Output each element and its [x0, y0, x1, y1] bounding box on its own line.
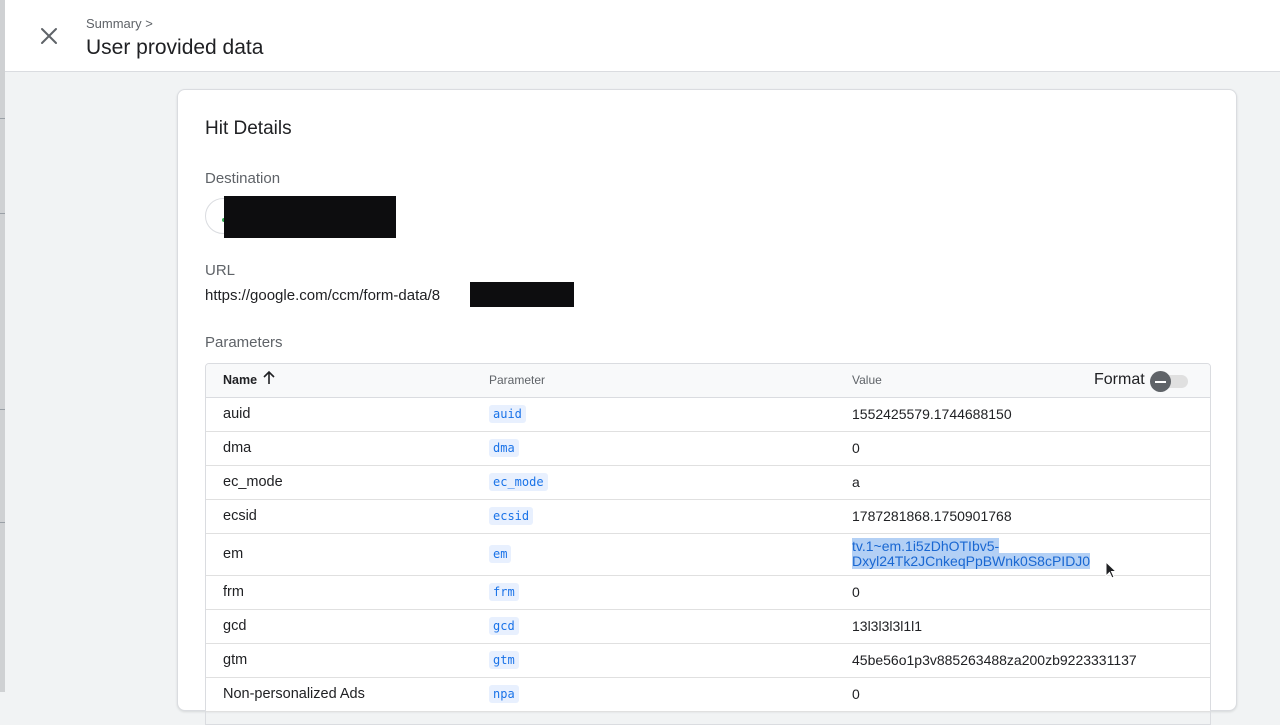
row-value: 13l3l3l3l1l1: [852, 618, 923, 634]
row-name: gtm: [223, 652, 248, 668]
row-name: ecsid: [223, 508, 257, 524]
column-header-value: Value: [852, 373, 882, 387]
row-value: 0: [852, 686, 860, 702]
edge-divider: [0, 522, 5, 523]
selected-text-line: tv.1~em.1i5zDhOTIbv5-: [852, 538, 1000, 554]
table-row: dma dma 0: [206, 432, 1210, 466]
table-row: gtm gtm 45be56o1p3v885263488za200zb92233…: [206, 644, 1210, 678]
redacted-destination: [224, 196, 396, 238]
close-icon: [41, 28, 57, 44]
table-row: ec_mode ec_mode a: [206, 466, 1210, 500]
arrow-up-icon[interactable]: [262, 370, 276, 386]
table-row: gcd gcd 13l3l3l3l1l1: [206, 610, 1210, 644]
row-value: 0: [852, 440, 860, 456]
format-label: Format: [1094, 371, 1145, 388]
parameters-label: Parameters: [205, 334, 283, 351]
breadcrumb[interactable]: Summary >: [86, 16, 153, 31]
background-page-edge: [0, 0, 5, 692]
toggle-off-icon: [1150, 371, 1171, 392]
row-param-chip: auid: [489, 405, 526, 423]
close-button[interactable]: [35, 22, 63, 50]
row-name: em: [223, 546, 244, 562]
row-param-chip: em: [489, 545, 512, 563]
row-name: ec_mode: [223, 474, 283, 490]
table-row: auid auid 1552425579.1744688150: [206, 398, 1210, 432]
row-value: 0: [852, 584, 860, 600]
row-name: gcd: [223, 618, 247, 634]
table-row: frm frm 0: [206, 576, 1210, 610]
page-title: User provided data: [86, 36, 264, 59]
row-param-chip: gtm: [489, 651, 519, 669]
redacted-url-suffix: [470, 282, 574, 307]
row-name: frm: [223, 584, 244, 600]
page-header: Summary > User provided data: [5, 0, 1280, 72]
column-header-name[interactable]: Name: [223, 373, 257, 387]
mouse-pointer-icon: [1105, 561, 1118, 579]
row-name: dma: [223, 440, 252, 456]
row-param-chip: npa: [489, 685, 519, 703]
row-name: Non-personalized Ads: [223, 686, 365, 702]
row-param-chip: gcd: [489, 617, 519, 635]
selected-text-line: Dxyl24Tk2JCnkeqPpBWnk0S8cPIDJ0: [852, 553, 1091, 569]
table-header: Name Parameter Value Format: [206, 364, 1210, 398]
edge-divider: [0, 118, 5, 119]
row-value: 1787281868.1750901768: [852, 508, 1012, 524]
column-header-parameter: Parameter: [489, 373, 546, 387]
hit-details-panel: Hit Details Destination URL https://goog…: [177, 89, 1237, 725]
row-param-chip: ec_mode: [489, 473, 548, 491]
parameters-table: Name Parameter Value Format auid auid 15…: [205, 363, 1211, 725]
row-name: auid: [223, 406, 251, 422]
row-value: a: [852, 474, 860, 490]
row-value: 45be56o1p3v885263488za200zb9223331137: [852, 652, 1137, 668]
edge-divider: [0, 409, 5, 410]
row-param-chip: ecsid: [489, 507, 534, 525]
row-value-selected: tv.1~em.1i5zDhOTIbv5- Dxyl24Tk2JCnkeqPpB…: [852, 538, 1112, 569]
destination-label: Destination: [205, 170, 281, 187]
edge-divider: [0, 213, 5, 214]
url-value: https://google.com/ccm/form-data/8: [205, 287, 441, 304]
hit-details-title: Hit Details: [205, 118, 292, 139]
row-param-chip: dma: [489, 439, 519, 457]
table-row: em em tv.1~em.1i5zDhOTIbv5- Dxyl24Tk2JCn…: [206, 534, 1210, 576]
table-row: ecsid ecsid 1787281868.1750901768: [206, 500, 1210, 534]
url-label: URL: [205, 262, 236, 279]
row-value: 1552425579.1744688150: [852, 406, 1012, 422]
row-param-chip: frm: [489, 583, 519, 601]
table-row: Non-personalized Ads npa 0: [206, 678, 1210, 712]
format-toggle[interactable]: [1150, 371, 1192, 392]
